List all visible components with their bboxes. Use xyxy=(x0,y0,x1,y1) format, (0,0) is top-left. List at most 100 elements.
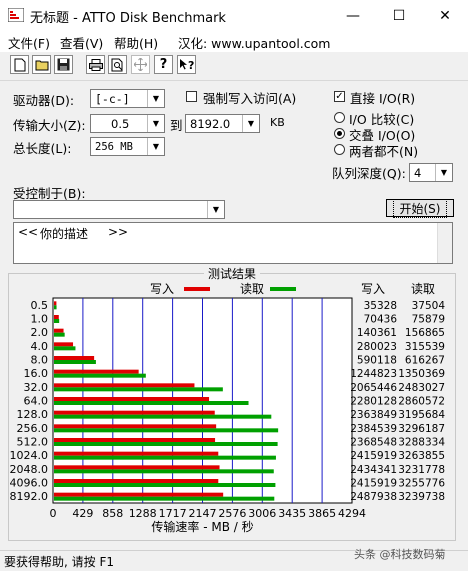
transfer-to-value: 8192.0 xyxy=(190,117,231,131)
new-file-icon[interactable] xyxy=(10,55,29,74)
menu-help[interactable]: 帮助(H) xyxy=(114,33,158,52)
chevron-down-icon: ▼ xyxy=(435,164,452,181)
drive-value: [-c-] xyxy=(95,92,130,106)
move-icon[interactable] xyxy=(131,55,150,74)
direct-io-label: 直接 I/O(R) xyxy=(350,91,416,106)
read-bar xyxy=(54,401,249,405)
close-button[interactable]: ✕ xyxy=(422,0,468,31)
x-tick-label: 0 xyxy=(50,507,57,520)
read-value: 1350369 xyxy=(398,368,445,380)
overlap-io-radio[interactable] xyxy=(334,128,345,139)
category-label: 8.0 xyxy=(31,354,49,367)
read-column-header: 读取 xyxy=(411,282,435,296)
chevron-down-icon: ▼ xyxy=(242,115,259,132)
total-length-select[interactable]: 256 MB ▼ xyxy=(90,137,165,156)
read-bar xyxy=(54,373,146,378)
description-box[interactable]: << 你的描述 >> xyxy=(13,222,453,264)
svg-text:?: ? xyxy=(188,59,194,71)
total-length-label: 总长度(L): xyxy=(13,141,72,156)
neither-radio[interactable] xyxy=(334,144,345,155)
open-folder-icon[interactable] xyxy=(32,55,51,74)
write-bar xyxy=(54,383,195,388)
read-bar xyxy=(54,496,275,501)
desc-scrollbar[interactable] xyxy=(437,223,452,263)
io-compare-radio[interactable] xyxy=(334,112,345,123)
start-button[interactable]: 开始(S) xyxy=(386,198,454,218)
write-column-header: 写入 xyxy=(361,282,385,296)
window-title: 无标题 - ATTO Disk Benchmark xyxy=(30,11,226,26)
help-icon[interactable]: ? xyxy=(154,55,173,74)
transfer-to-select[interactable]: 8192.0 ▼ xyxy=(185,114,260,133)
write-value: 280023 xyxy=(357,341,397,353)
drive-select[interactable]: [-c-] ▼ xyxy=(90,89,165,108)
total-length-value: 256 MB xyxy=(95,141,133,153)
write-bar xyxy=(54,492,224,497)
write-value: 2415919 xyxy=(350,478,397,490)
x-tick-label: 858 xyxy=(102,507,123,520)
write-bar xyxy=(54,397,210,401)
print-preview-icon[interactable] xyxy=(108,55,127,74)
read-value: 616267 xyxy=(405,355,445,367)
write-bar xyxy=(54,424,217,429)
force-write-label: 强制写入访问(A) xyxy=(203,91,297,106)
radio-selected-dot xyxy=(337,131,342,136)
transfer-size-label: 传输大小(Z): xyxy=(13,118,86,133)
write-value: 70436 xyxy=(364,314,398,326)
minimize-button[interactable]: — xyxy=(330,0,376,31)
x-tick-label: 4294 xyxy=(338,507,366,520)
app-icon xyxy=(8,8,24,22)
write-value: 2280128 xyxy=(350,396,397,408)
category-label: 32.0 xyxy=(24,381,49,394)
menu-view[interactable]: 查看(V) xyxy=(60,33,103,52)
write-bar xyxy=(54,479,219,483)
print-icon[interactable] xyxy=(86,55,105,74)
category-label: 128.0 xyxy=(17,408,49,421)
maximize-button[interactable]: ☐ xyxy=(376,0,422,31)
drive-label: 驱动器(D): xyxy=(13,93,75,108)
category-label: 16.0 xyxy=(24,367,49,380)
write-bar xyxy=(54,410,215,415)
force-write-checkbox[interactable] xyxy=(186,91,197,102)
legend-write-swatch xyxy=(184,287,210,291)
direct-io-checkbox[interactable]: ✓ xyxy=(334,91,345,102)
category-label: 64.0 xyxy=(24,395,49,408)
desc-text: 你的描述 xyxy=(40,227,89,241)
queue-depth-select[interactable]: 4 ▼ xyxy=(409,163,453,182)
save-icon[interactable] xyxy=(54,55,73,74)
to-label: 到 xyxy=(170,118,183,133)
write-bar xyxy=(54,369,139,374)
legend-read-swatch xyxy=(270,287,296,291)
write-value: 2384539 xyxy=(350,423,397,435)
read-value: 3288334 xyxy=(398,437,445,449)
x-tick-label: 3865 xyxy=(308,507,336,520)
read-bar xyxy=(54,455,276,460)
transfer-from-select[interactable]: 0.5 ▼ xyxy=(90,114,165,133)
write-value: 35328 xyxy=(364,300,397,312)
x-tick-label: 3006 xyxy=(248,507,276,520)
x-tick-label: 2576 xyxy=(218,507,246,520)
controlled-by-select[interactable]: ▼ xyxy=(13,200,225,219)
category-label: 1024.0 xyxy=(10,449,49,462)
queue-depth-value: 4 xyxy=(414,166,422,180)
category-label: 2.0 xyxy=(31,326,49,339)
read-bar xyxy=(54,469,274,474)
read-value: 75879 xyxy=(412,314,445,326)
chevron-down-icon: ▼ xyxy=(147,115,164,132)
write-value: 2487938 xyxy=(350,491,397,503)
category-label: 0.5 xyxy=(31,299,49,312)
x-axis-label: 传输速率 - MB / 秒 xyxy=(151,519,253,534)
menu-file[interactable]: 文件(F) xyxy=(8,33,50,52)
chart-title: 测试结果 xyxy=(208,266,256,281)
context-help-icon[interactable]: ? xyxy=(177,55,196,74)
benchmark-chart: 测试结果写入 读取 写入 读取 0.5 35328 37504 1.0 70436 75879 2.… xyxy=(10,266,446,534)
desc-right-marker: >> xyxy=(108,225,129,239)
status-text: 要获得帮助, 请按 F1 xyxy=(4,555,114,569)
queue-depth-label: 队列深度(Q): xyxy=(332,166,406,181)
write-bar xyxy=(54,451,219,456)
watermark: 头条 @科技数码菊 xyxy=(354,548,446,561)
read-bar xyxy=(54,414,272,419)
read-bar xyxy=(54,428,279,433)
write-value: 2065446 xyxy=(350,382,397,394)
x-tick-label: 429 xyxy=(72,507,93,520)
read-value: 3239738 xyxy=(398,491,445,503)
